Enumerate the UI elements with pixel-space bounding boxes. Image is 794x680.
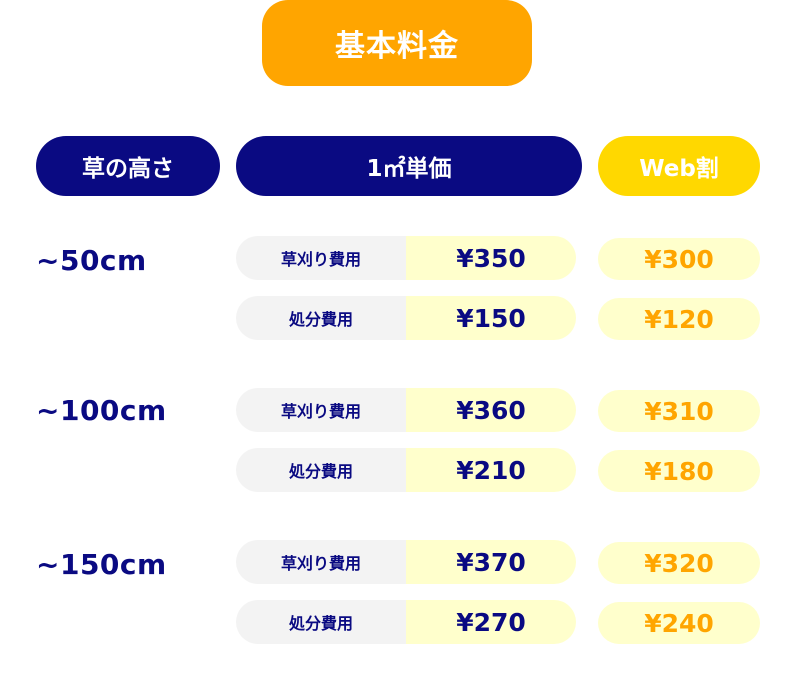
web-price: ¥180: [598, 450, 760, 492]
row-label: 処分費用: [236, 448, 406, 492]
price-row: 草刈り費用 ¥360: [236, 388, 576, 432]
row-label: 草刈り費用: [236, 540, 406, 584]
row-price: ¥370: [406, 540, 576, 584]
row-label: 草刈り費用: [236, 236, 406, 280]
web-price: ¥310: [598, 390, 760, 432]
page-title: 基本料金: [262, 0, 532, 86]
row-label: 処分費用: [236, 600, 406, 644]
row-price: ¥350: [406, 236, 576, 280]
row-price: ¥150: [406, 296, 576, 340]
row-label: 処分費用: [236, 296, 406, 340]
group-label-50cm: ~50cm: [36, 244, 147, 277]
row-price: ¥210: [406, 448, 576, 492]
header-web-discount: Web割: [598, 136, 760, 196]
web-price: ¥320: [598, 542, 760, 584]
row-label: 草刈り費用: [236, 388, 406, 432]
web-price: ¥240: [598, 602, 760, 644]
price-row: 処分費用 ¥210: [236, 448, 576, 492]
price-row: 草刈り費用 ¥350: [236, 236, 576, 280]
price-row: 処分費用 ¥270: [236, 600, 576, 644]
row-price: ¥270: [406, 600, 576, 644]
group-label-100cm: ~100cm: [36, 394, 167, 427]
group-label-150cm: ~150cm: [36, 548, 167, 581]
price-row: 処分費用 ¥150: [236, 296, 576, 340]
web-price: ¥120: [598, 298, 760, 340]
price-row: 草刈り費用 ¥370: [236, 540, 576, 584]
web-price: ¥300: [598, 238, 760, 280]
header-grass-height: 草の高さ: [36, 136, 220, 196]
row-price: ¥360: [406, 388, 576, 432]
header-unit-price: 1㎡単価: [236, 136, 582, 196]
